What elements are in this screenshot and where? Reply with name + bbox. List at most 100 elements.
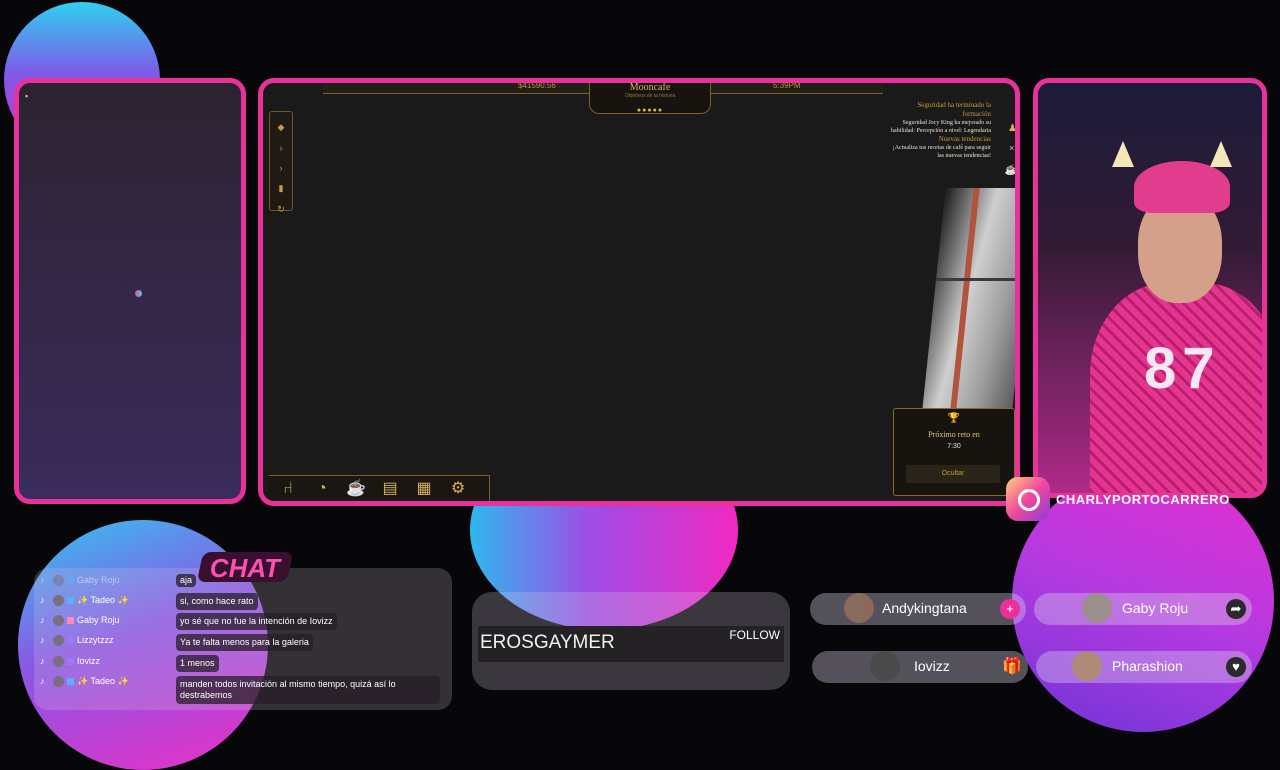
gear-icon[interactable]: ⚙	[443, 476, 473, 501]
chat-row: ♪ ✨ Tadeo ✨	[40, 590, 147, 610]
tiktok-icon: ♪	[40, 656, 45, 666]
viewer-name: Iovizz	[914, 658, 950, 674]
avatar	[53, 634, 64, 646]
arrow-icon[interactable]: ›	[270, 143, 292, 153]
chat-username: ✨ Tadeo ✨	[77, 675, 129, 686]
notification-heading-training: Seguridad ha terminado la formación	[917, 101, 991, 118]
chat-message: aja	[176, 574, 197, 587]
menu-icon[interactable]: ▤	[375, 476, 405, 501]
rating-stars: ●●●●●	[636, 107, 664, 114]
chat-row: ♪ Iovizz	[40, 651, 147, 671]
avatar	[844, 593, 874, 623]
tiktok-icon: ♪	[40, 635, 45, 645]
center-dot	[135, 290, 142, 297]
notification-heading-trends: Nuevas tendencias	[938, 135, 991, 143]
instagram-icon	[1006, 477, 1050, 521]
list-icon[interactable]: ▮	[270, 183, 292, 194]
viewer-pill-gaby-roju[interactable]: Gaby Roju ➦	[1034, 593, 1252, 625]
tiktok-icon: ♪	[40, 615, 45, 625]
chair-icon[interactable]: ⑁	[273, 476, 303, 501]
viewer-pill-iovizz[interactable]: Iovizz 🎁	[812, 651, 1028, 683]
challenge-timer: 7:30	[947, 443, 961, 450]
viewer-pill-andykingtana[interactable]: Andykingtana +	[810, 593, 1026, 625]
viewer-pill-pharashion[interactable]: Pharashion ♥	[1036, 651, 1252, 683]
chat-row: ♪ ✨ Tadeo ✨	[40, 671, 147, 691]
tiktok-icon: ♪	[40, 575, 45, 585]
chat-message: Ya te falta menos para la galeria	[176, 634, 313, 651]
chat-row: ♪ Gaby Roju	[40, 570, 147, 590]
hide-button[interactable]: Ocultar	[906, 465, 1000, 483]
trophy-icon: 🏆	[947, 413, 961, 424]
chat-username: Gaby Roju	[77, 575, 120, 585]
avatar	[1082, 593, 1112, 623]
staff-icon: ♟	[1008, 123, 1017, 134]
refresh-icon[interactable]: ↻	[270, 204, 292, 215]
cat-ear-right	[1210, 141, 1232, 167]
viewer-name: Pharashion	[1112, 658, 1183, 674]
tiktok-icon: ♪	[40, 595, 45, 605]
avatar	[1072, 651, 1102, 681]
croissant-icon[interactable]: ◔	[307, 476, 337, 501]
chat-username: Gaby Roju	[77, 615, 120, 625]
social-handle-badge[interactable]: CHARLYPORTOCARRERO	[1006, 476, 1230, 522]
share-icon[interactable]: ➦	[1226, 599, 1246, 619]
chat-message: yo sé que no fue la intención de Iovizz	[176, 613, 337, 630]
story-goals-label: Objetivos de la historia	[624, 93, 676, 99]
chat-tag: CHAT	[196, 552, 294, 583]
game-bottom-toolbar: ⑁ ◔ ☕ ▤ ▦ ⚙	[269, 475, 490, 501]
chat-message: si, como hace rato	[176, 593, 258, 610]
notification-body-training: Seguridad Jocy King ha mejorado su habil…	[891, 120, 991, 134]
bell-icon[interactable]: ◆	[270, 122, 292, 133]
chat-box: ♪ Gaby Roju aja ♪ ✨ Tadeo ✨ si, como hac…	[34, 568, 452, 710]
badge-icon	[67, 657, 74, 665]
viewer-name: Gaby Roju	[1122, 600, 1189, 616]
webcam-hair	[1134, 161, 1230, 213]
coffee-icon[interactable]: ☕	[341, 476, 371, 501]
chat-row: ♪ Gaby Roju	[40, 610, 147, 630]
gift-icon[interactable]: 🎁	[1002, 657, 1022, 677]
close-icon[interactable]: ×	[1009, 143, 1014, 153]
chat-message: 1 menos	[176, 655, 219, 672]
badge-icon	[67, 677, 74, 685]
arrow-icon[interactable]: ›	[270, 163, 292, 173]
chat-username: Lizzytzzz	[77, 635, 114, 645]
game-capture-panel[interactable]: $41590.56 5:39PM Mooncafe Objetivos de l…	[258, 78, 1020, 506]
tiktok-icon: ♪	[40, 676, 45, 686]
hallway-icon[interactable]: ▦	[409, 476, 439, 501]
game-scene-pillar	[920, 188, 1015, 428]
badge-icon	[67, 616, 74, 624]
badge-icon	[67, 576, 74, 584]
pillar-band	[935, 278, 1015, 281]
chat-username: Iovizz	[77, 656, 101, 666]
chat-message: manden todos invitación al mismo tiempo,…	[176, 676, 440, 704]
challenge-label: Próximo reto en	[928, 430, 980, 439]
avatar	[870, 651, 900, 681]
game-side-toolbar[interactable]: ◆ › › ▮ ↻	[269, 111, 293, 214]
social-handle: CHARLYPORTOCARRERO	[1056, 491, 1230, 507]
cat-ear-left	[1112, 141, 1134, 167]
streamer-name-card: EROSGAYMER FOLLOW	[472, 592, 790, 690]
panel-marker: ▪	[25, 91, 29, 101]
clock-display: 5:39PM	[773, 81, 801, 90]
game-title: Mooncafe	[629, 82, 671, 93]
jersey-number: 87	[1144, 336, 1221, 401]
coffee-cup-icon: ☕	[1004, 165, 1017, 176]
next-challenge-box: 🏆 Próximo reto en 7:30 Ocultar	[893, 408, 1015, 496]
game-title-badge[interactable]: Mooncafe Objetivos de la historia ●●●●●	[589, 83, 711, 114]
notification-body-trends: ¡Actualiza tus recetas de café para segu…	[892, 145, 991, 159]
avatar	[53, 574, 64, 586]
viewer-name: Andykingtana	[882, 600, 967, 616]
avatar	[53, 614, 64, 626]
avatar	[53, 675, 64, 687]
badge-icon	[67, 636, 74, 644]
avatar	[53, 655, 64, 667]
follow-button[interactable]: FOLLOW	[729, 628, 780, 642]
streamer-name-bar: EROSGAYMER FOLLOW	[478, 626, 784, 662]
streamer-name: EROSGAYMER	[480, 632, 615, 653]
chat-row: ♪ Lizzytzzz	[40, 630, 147, 650]
plus-icon[interactable]: +	[1000, 599, 1020, 619]
money-display: $41590.56	[518, 81, 556, 90]
badge-icon	[67, 596, 74, 604]
heart-icon[interactable]: ♥	[1226, 657, 1246, 677]
left-empty-panel: ▪	[14, 78, 246, 504]
